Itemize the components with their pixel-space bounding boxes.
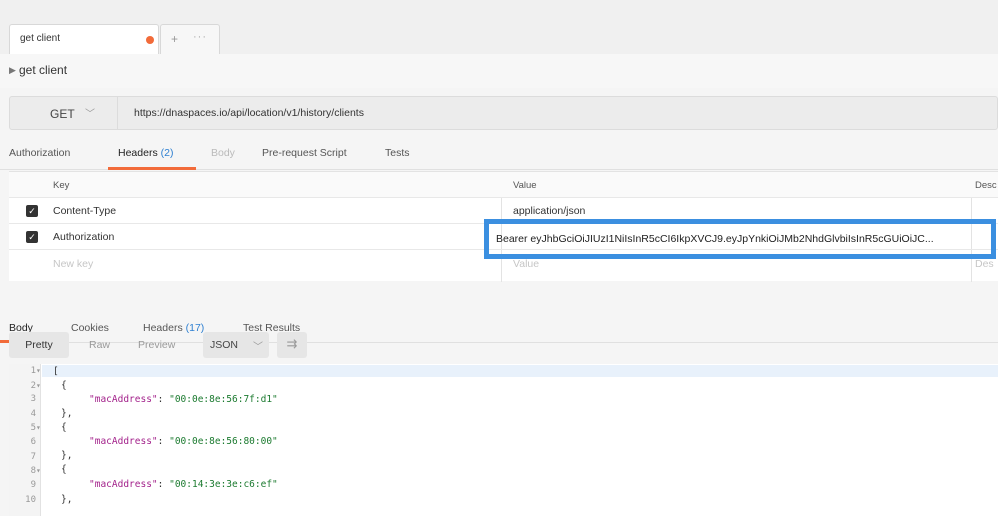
add-tab-button[interactable]: + (171, 32, 178, 46)
tab-label: Authorization (9, 147, 71, 159)
response-body-viewer: 1 2 3 4 5 6 7 8 9 10 [ { "macAddress": "… (9, 364, 998, 516)
wrap-lines-icon[interactable]: ⇉ (277, 332, 307, 358)
new-value-input[interactable]: Value (513, 258, 539, 270)
new-key-input[interactable]: New key (53, 258, 93, 270)
fold-arrow-icon[interactable]: ▾ (36, 366, 41, 375)
code-line: }, (61, 494, 73, 505)
tab-authorization[interactable]: Authorization (9, 147, 70, 159)
raw-button[interactable]: Raw (89, 332, 110, 358)
request-title[interactable]: get client (19, 63, 67, 77)
column-header-desc: Desc (975, 180, 997, 191)
pretty-button[interactable]: Pretty (9, 332, 69, 358)
json-key: "macAddress" (89, 436, 158, 447)
fold-arrow-icon[interactable]: ▾ (36, 381, 41, 390)
preview-button[interactable]: Preview (138, 332, 175, 358)
caret-right-icon[interactable]: ▶ (9, 65, 16, 76)
highlight-box (484, 219, 996, 259)
json-string: "00:0e:8e:56:80:00" (169, 436, 278, 447)
line-number: 7 (30, 452, 36, 462)
code-line: "macAddress": "00:0e:8e:56:80:00" (89, 436, 278, 447)
tab-strip: get client + ··· (0, 0, 998, 54)
tab-tests[interactable]: Tests (385, 147, 410, 159)
active-line-highlight (42, 365, 998, 377)
url-input[interactable]: https://dnaspaces.io/api/location/v1/his… (134, 107, 364, 119)
header-key[interactable]: Content-Type (53, 205, 116, 217)
tab-label: Body (211, 147, 235, 159)
tab-count: (2) (160, 147, 174, 159)
json-string: "00:14:3e:3e:c6:ef" (169, 479, 278, 490)
code-line: "macAddress": "00:0e:8e:56:7f:d1" (89, 394, 278, 405)
tab-pre-request-script[interactable]: Pre-request Script (262, 147, 347, 159)
line-number: 4 (30, 409, 36, 419)
code-line: { (61, 380, 67, 391)
tab-label: Headers (118, 147, 158, 159)
tab-body[interactable]: Body (211, 147, 235, 159)
url-bar: GET ﹀ https://dnaspaces.io/api/location/… (9, 96, 998, 130)
column-header-key: Key (53, 180, 70, 191)
format-label: JSON (210, 339, 239, 351)
format-select[interactable]: JSON ﹀ (203, 332, 269, 358)
column-header-value: Value (513, 180, 537, 191)
code-line: { (61, 464, 67, 475)
json-key: "macAddress" (89, 394, 158, 405)
new-description-input[interactable]: Des (975, 258, 994, 270)
checkbox-checked-icon[interactable]: ✓ (26, 231, 38, 243)
json-key: "macAddress" (89, 479, 158, 490)
code-line: "macAddress": "00:14:3e:3e:c6:ef" (89, 479, 278, 490)
request-tab[interactable]: get client (9, 24, 159, 54)
checkbox-checked-icon[interactable]: ✓ (26, 205, 38, 217)
line-number: 10 (25, 495, 36, 505)
request-title-row: ▶ get client (0, 54, 998, 88)
code-line: [ (53, 366, 59, 377)
header-value[interactable]: application/json (513, 205, 585, 217)
tab-headers[interactable]: Headers (2) (118, 147, 173, 159)
header-key[interactable]: Authorization (53, 231, 114, 243)
line-number: 6 (30, 437, 36, 447)
request-tab-label: get client (20, 33, 61, 44)
code-line: }, (61, 450, 73, 461)
chevron-down-icon: ﹀ (85, 109, 95, 120)
line-number: 9 (30, 480, 36, 490)
method-label: GET (50, 107, 75, 121)
active-tab-underline (108, 167, 196, 170)
unsaved-dot-icon (146, 36, 154, 44)
fold-arrow-icon[interactable]: ▾ (36, 423, 41, 432)
tab-label: Tests (385, 147, 410, 159)
code-line: { (61, 422, 67, 433)
method-select[interactable]: GET ﹀ (10, 97, 118, 129)
tab-count: (17) (185, 322, 205, 334)
tab-controls: + ··· (160, 24, 220, 54)
fold-arrow-icon[interactable]: ▾ (36, 466, 41, 475)
more-tabs-button[interactable]: ··· (193, 31, 207, 43)
json-string: "00:0e:8e:56:7f:d1" (169, 394, 278, 405)
line-number: 3 (30, 394, 36, 404)
tab-label: Pre-request Script (262, 147, 347, 159)
request-tabs: Authorization Headers (2) Body Pre-reque… (0, 138, 998, 170)
code-line: }, (61, 408, 73, 419)
table-header-row: Key Value Desc (9, 172, 998, 198)
chevron-down-icon: ﹀ (253, 342, 263, 353)
